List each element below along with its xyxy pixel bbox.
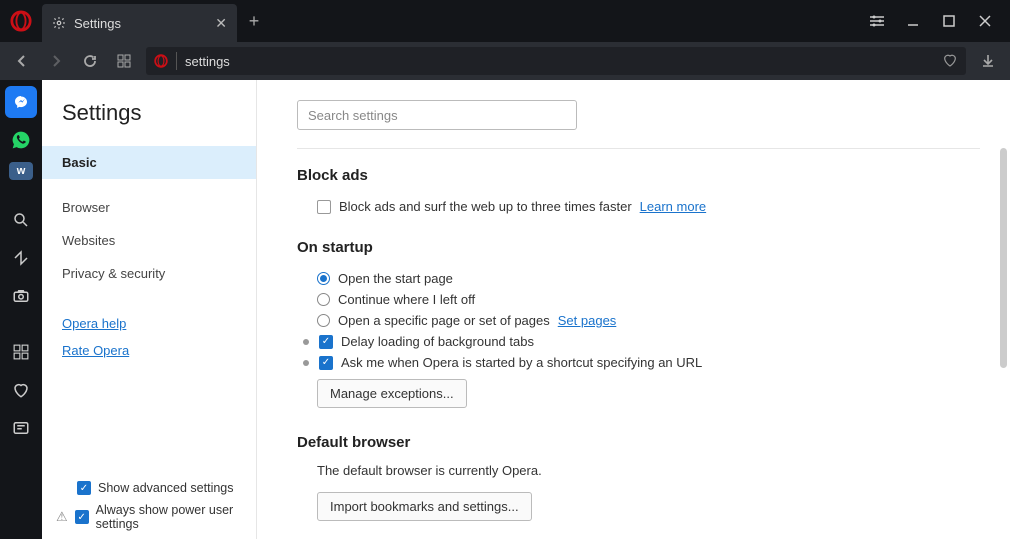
power-user-checkbox[interactable]: ✓ (75, 510, 89, 524)
tab-title: Settings (74, 16, 121, 31)
flow-icon[interactable] (5, 242, 37, 274)
close-tab-icon[interactable]: ✕ (215, 15, 227, 32)
reload-button[interactable] (78, 49, 102, 73)
open-start-radio[interactable] (317, 272, 330, 285)
forward-button[interactable] (44, 49, 68, 73)
page-title: Settings (42, 100, 256, 146)
show-advanced-checkbox[interactable]: ✓ (77, 481, 91, 495)
rate-opera-link[interactable]: Rate Opera (42, 337, 256, 364)
speed-dial-icon-rail[interactable] (5, 336, 37, 368)
ask-me-label: Ask me when Opera is started by a shortc… (341, 355, 702, 370)
nav-basic[interactable]: Basic (42, 146, 256, 179)
default-browser-title: Default browser (297, 434, 980, 451)
sidebar-rail: w (0, 80, 42, 539)
import-bookmarks-button[interactable]: Import bookmarks and settings... (317, 492, 532, 521)
download-icon[interactable] (976, 49, 1000, 73)
nav-browser[interactable]: Browser (42, 191, 256, 224)
bullet-icon (303, 339, 309, 345)
snapshot-icon[interactable] (5, 280, 37, 312)
heart-icon-rail[interactable] (5, 374, 37, 406)
settings-sidebar: Settings Basic Browser Websites Privacy … (42, 80, 257, 539)
warning-icon: ⚠ (56, 509, 68, 525)
maximize-icon[interactable] (940, 12, 958, 30)
whatsapp-icon[interactable] (5, 124, 37, 156)
search-settings-input[interactable]: Search settings (297, 100, 577, 130)
open-start-label: Open the start page (338, 271, 453, 286)
bullet-icon (303, 360, 309, 366)
speed-dial-icon[interactable] (112, 49, 136, 73)
learn-more-link[interactable]: Learn more (640, 199, 706, 214)
specific-page-radio[interactable] (317, 314, 330, 327)
continue-radio[interactable] (317, 293, 330, 306)
settings-main: Search settings Block ads Block ads and … (257, 80, 1010, 539)
manage-exceptions-button[interactable]: Manage exceptions... (317, 379, 467, 408)
messenger-icon[interactable] (5, 86, 37, 118)
block-ads-title: Block ads (297, 167, 980, 184)
nav-privacy[interactable]: Privacy & security (42, 257, 256, 290)
tab-settings[interactable]: Settings ✕ (42, 4, 237, 42)
set-pages-link[interactable]: Set pages (558, 313, 617, 328)
nav-websites[interactable]: Websites (42, 224, 256, 257)
minimize-icon[interactable] (904, 12, 922, 30)
vk-icon[interactable]: w (9, 162, 33, 180)
opera-logo[interactable] (0, 0, 42, 42)
gear-icon (52, 16, 66, 30)
close-window-icon[interactable] (976, 12, 994, 30)
toolbar: settings (0, 42, 1010, 80)
show-advanced-label: Show advanced settings (98, 481, 234, 495)
delay-loading-checkbox[interactable]: ✓ (319, 335, 333, 349)
window-controls (852, 0, 1010, 42)
search-icon[interactable] (5, 204, 37, 236)
opera-help-link[interactable]: Opera help (42, 310, 256, 337)
continue-label: Continue where I left off (338, 292, 475, 307)
titlebar: Settings ✕ + (0, 0, 1010, 42)
show-advanced-row[interactable]: ✓ Show advanced settings (42, 477, 256, 499)
bookmark-heart-icon[interactable] (942, 52, 958, 71)
startup-title: On startup (297, 239, 980, 256)
block-ads-checkbox[interactable] (317, 200, 331, 214)
default-browser-note: The default browser is currently Opera. (297, 463, 980, 478)
address-bar[interactable]: settings (146, 47, 966, 75)
new-tab-button[interactable]: + (237, 0, 271, 42)
opera-badge-icon (154, 54, 168, 68)
power-user-label: Always show power user settings (96, 503, 242, 531)
ask-me-checkbox[interactable]: ✓ (319, 356, 333, 370)
easy-setup-icon[interactable] (868, 12, 886, 30)
address-text: settings (185, 54, 934, 69)
power-user-row[interactable]: ⚠ ✓ Always show power user settings (42, 499, 256, 539)
news-icon[interactable] (5, 412, 37, 444)
back-button[interactable] (10, 49, 34, 73)
block-ads-label: Block ads and surf the web up to three t… (339, 199, 632, 214)
scrollbar[interactable] (1000, 148, 1007, 368)
delay-loading-label: Delay loading of background tabs (341, 334, 534, 349)
specific-page-label: Open a specific page or set of pages (338, 313, 550, 328)
